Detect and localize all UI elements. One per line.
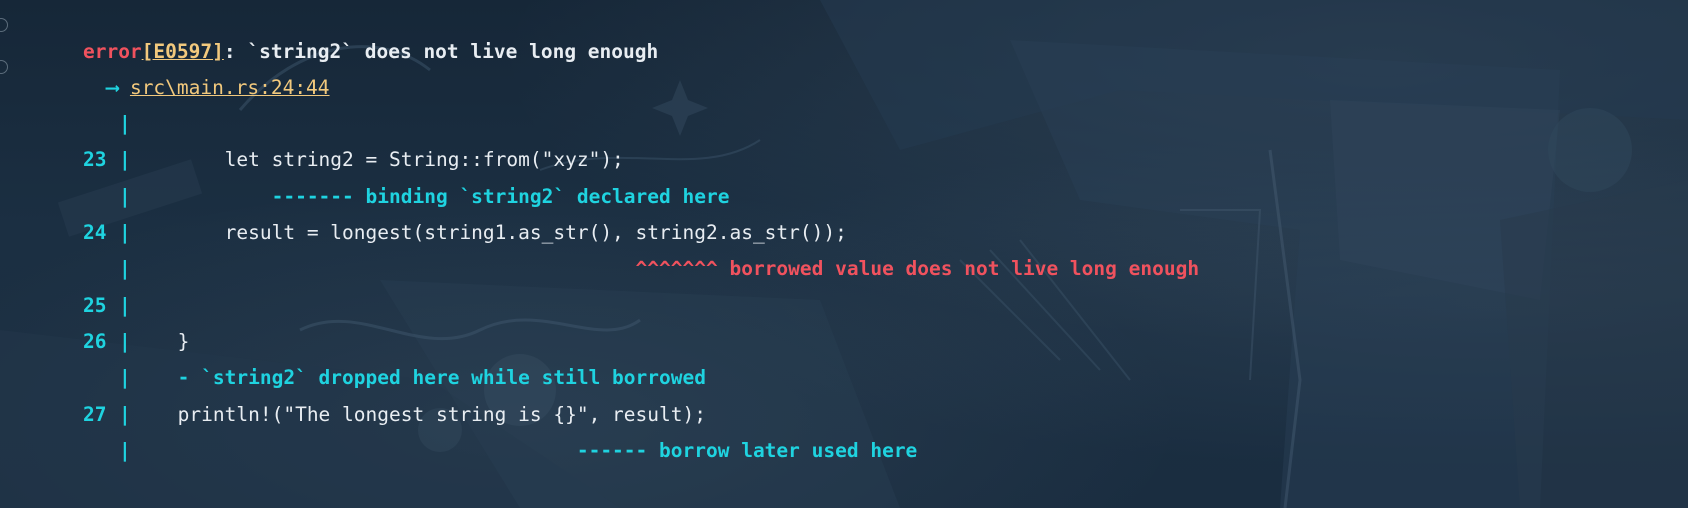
fold-marker-icon[interactable] (0, 18, 8, 32)
source-line-27: 27 | println!("The longest string is {}",… (36, 376, 706, 426)
annotation-note: ------ borrow later used here (130, 439, 918, 462)
error-annotation: ^^^^^^^ borrowed value does not live lon… (130, 257, 1200, 280)
source-line-25: 25 | (36, 267, 131, 317)
terminal-window: error[E0597]: `string2` does not live lo… (0, 0, 1688, 508)
source-location-link[interactable]: src\main.rs:24:44 (130, 76, 330, 99)
annotation-line: | ------ borrow later used here (36, 412, 917, 462)
fold-marker-icon[interactable] (0, 60, 8, 74)
gutter (0, 0, 14, 508)
gutter-line: | (36, 85, 131, 135)
source-line-23: 23 | let string2 = String::from("xyz"); (36, 121, 624, 171)
annotation-line: | - `string2` dropped here while still b… (36, 339, 706, 389)
source-line-24: 24 | result = longest(string1.as_str(), s… (36, 194, 847, 244)
error-annotation-line: | ^^^^^^^ borrowed value does not live l… (36, 230, 1199, 280)
gutter-pipe: | (118, 439, 131, 462)
location-line: ⟶ src\main.rs:24:44 (36, 49, 329, 99)
annotation-line: | ------- binding `string2` declared her… (36, 158, 730, 208)
error-header: error[E0597]: `string2` does not live lo… (36, 13, 658, 63)
source-line-26: 26 | } (36, 303, 189, 353)
